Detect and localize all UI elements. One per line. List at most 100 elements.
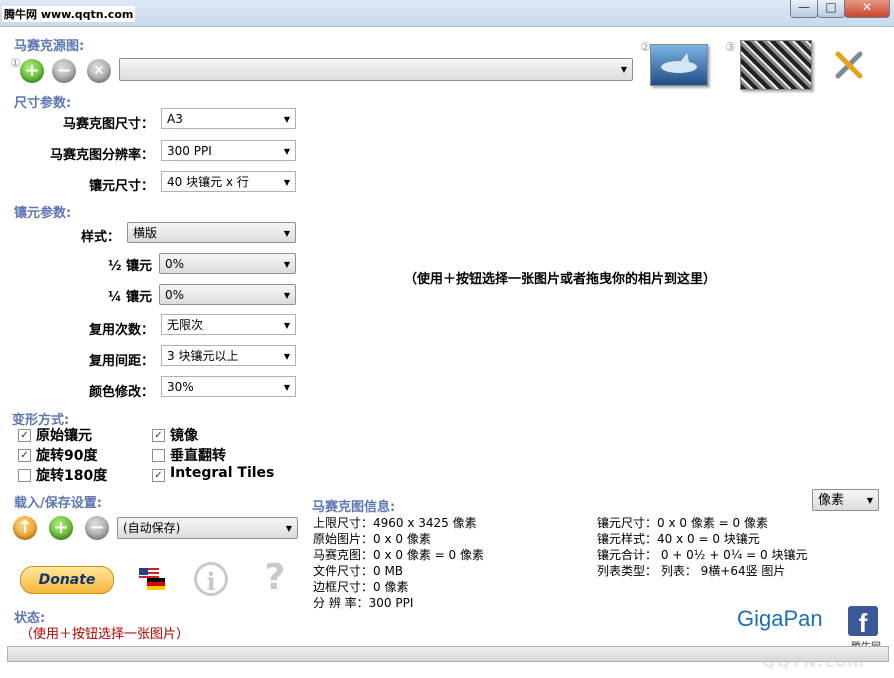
mosaic-resolution-value: 300 PPI xyxy=(167,144,212,158)
info-max-size: 上限尺寸：4960 x 3425 像素 xyxy=(313,516,477,530)
color-adjust-label: 颜色修改： xyxy=(88,385,154,400)
tile-size-value: 40 块镶元 x 行 xyxy=(167,175,249,189)
chevron-down-icon: ▼ xyxy=(283,115,290,124)
chevron-down-icon: ▼ xyxy=(283,321,290,330)
info-file-size: 文件尺寸：0 MB xyxy=(313,564,404,578)
image-drop-area[interactable] xyxy=(302,95,887,485)
tile-section-title: 镶元参数: xyxy=(14,206,72,221)
tile-size-select[interactable]: 40 块镶元 x 行 ▼ xyxy=(161,171,296,192)
unit-select[interactable]: 像素 ▼ xyxy=(812,489,879,511)
help-button[interactable]: ? xyxy=(258,558,292,598)
rotate-180-checkbox[interactable] xyxy=(18,469,31,482)
source-path-select[interactable]: ▼ xyxy=(119,58,633,81)
integral-tiles-checkbox[interactable]: ✓ xyxy=(152,469,165,482)
facebook-icon[interactable]: f xyxy=(848,606,878,638)
info-mosaic-image: 马赛克图：0 x 0 像素 = 0 像素 xyxy=(313,548,484,562)
remove-settings-button[interactable]: − xyxy=(85,516,109,540)
add-settings-button[interactable]: + xyxy=(49,516,73,540)
drop-hint-text: （使用＋按钮选择一张图片或者拖曳你的相片到这里） xyxy=(404,272,717,287)
reuse-distance-select[interactable]: 3 块镶元以上 ▼ xyxy=(161,345,296,366)
mosaic-info-title: 马赛克图信息: xyxy=(312,500,396,515)
original-tile-checkbox[interactable]: ✓ xyxy=(18,429,31,442)
info-button[interactable]: i xyxy=(194,562,228,596)
mirror-label: 镜像 xyxy=(170,428,198,444)
progress-bar xyxy=(7,646,889,662)
mosaic-size-value: A3 xyxy=(167,112,183,126)
plus-icon: + xyxy=(24,60,40,81)
tile-size-label: 镶元尺寸： xyxy=(88,179,154,194)
add-source-button[interactable]: + xyxy=(20,59,44,83)
chevron-down-icon: ▼ xyxy=(866,496,873,505)
step-marker-1: ① xyxy=(10,56,21,70)
plus-icon: + xyxy=(53,517,69,538)
integral-tiles-label: Integral Tiles xyxy=(170,465,275,481)
source-image-thumbnail[interactable] xyxy=(650,44,708,86)
minus-icon: − xyxy=(89,517,105,538)
quarter-tile-select[interactable]: 0% ▼ xyxy=(159,284,296,305)
info-tile-total: 镶元合计： 0 + 0½ + 0¼ = 0 块镶元 xyxy=(597,548,808,562)
reuse-count-value: 无限次 xyxy=(167,318,204,332)
load-settings-button[interactable]: ↑ xyxy=(13,516,37,540)
unit-value: 像素 xyxy=(818,493,845,508)
close-button[interactable]: ✕ xyxy=(844,0,890,18)
info-left-column: 上限尺寸：4960 x 3425 像素 原始图片：0 x 0 像素 马赛克图：0… xyxy=(313,515,484,611)
style-value: 横版 xyxy=(133,226,158,240)
status-text: （使用＋按钮选择一张图片） xyxy=(20,627,190,642)
tools-icon[interactable] xyxy=(832,48,866,82)
settings-preset-select[interactable]: (自动保存) ▼ xyxy=(117,517,298,539)
color-adjust-value: 30% xyxy=(167,380,194,394)
rotate-90-label: 旋转90度 xyxy=(36,448,98,464)
quarter-tile-value: 0% xyxy=(165,288,185,302)
vertical-flip-label: 垂直翻转 xyxy=(170,448,226,464)
info-tile-style: 镶元样式：40 x 0 = 0 块镶元 xyxy=(597,532,760,546)
info-border-size: 边框尺寸：0 像素 xyxy=(313,580,409,594)
mosaic-resolution-label: 马赛克图分辨率： xyxy=(49,148,154,163)
maximize-button[interactable]: □ xyxy=(817,0,845,18)
mosaic-resolution-select[interactable]: 300 PPI ▼ xyxy=(161,140,296,161)
source-section-title: 马赛克源图: xyxy=(14,39,85,54)
chevron-down-icon: ▼ xyxy=(283,352,290,361)
mosaic-preview-thumbnail[interactable] xyxy=(740,40,812,90)
rotate-180-label: 旋转180度 xyxy=(36,468,108,484)
quarter-tile-label: ¼ 镶元 xyxy=(108,290,152,305)
chevron-down-icon: ▼ xyxy=(283,260,290,269)
reuse-count-select[interactable]: 无限次 ▼ xyxy=(161,314,296,335)
color-adjust-select[interactable]: 30% ▼ xyxy=(161,376,296,397)
chevron-down-icon: ▼ xyxy=(283,147,290,156)
clear-source-button[interactable]: ✕ xyxy=(87,59,111,83)
half-tile-value: 0% xyxy=(165,257,185,271)
settings-preset-value: (自动保存) xyxy=(123,521,181,535)
mosaic-size-select[interactable]: A3 ▼ xyxy=(161,108,296,129)
x-icon: ✕ xyxy=(93,63,105,79)
half-tile-select[interactable]: 0% ▼ xyxy=(159,253,296,274)
size-section-title: 尺寸参数: xyxy=(14,96,72,111)
remove-source-button[interactable]: − xyxy=(52,59,76,83)
gigapan-logo[interactable]: GigaPan xyxy=(737,606,823,632)
rotate-90-checkbox[interactable]: ✓ xyxy=(18,449,31,462)
save-section-title: 载入/保存设置: xyxy=(14,496,102,511)
info-list-type: 列表类型： 列表： 9横+64竖 图片 xyxy=(597,564,786,578)
style-select[interactable]: 横版 ▼ xyxy=(127,222,296,243)
chevron-down-icon: ▼ xyxy=(283,229,290,238)
info-right-column: 镶元尺寸：0 x 0 像素 = 0 像素 镶元样式：40 x 0 = 0 块镶元… xyxy=(597,515,807,579)
reuse-count-label: 复用次数： xyxy=(88,323,154,338)
reuse-distance-label: 复用间距： xyxy=(88,354,154,369)
half-tile-label: ½ 镶元 xyxy=(108,259,152,274)
donate-button[interactable]: Donate xyxy=(20,566,114,594)
minimize-button[interactable]: — xyxy=(790,0,818,18)
vertical-flip-checkbox[interactable] xyxy=(152,449,165,462)
watermark-text: 腾牛网 www.qqtn.com xyxy=(2,6,136,22)
info-original-image: 原始图片：0 x 0 像素 xyxy=(313,532,431,546)
arrow-up-icon: ↑ xyxy=(17,517,33,538)
language-flag-icon[interactable] xyxy=(137,566,167,592)
style-label: 样式： xyxy=(80,230,120,245)
step-marker-3: ③ xyxy=(725,40,736,54)
mosaic-size-label: 马赛克图尺寸： xyxy=(62,117,154,132)
reuse-distance-value: 3 块镶元以上 xyxy=(167,349,239,363)
dolphin-image-icon xyxy=(661,53,697,73)
info-resolution: 分 辨 率：300 PPI xyxy=(313,596,414,610)
chevron-down-icon: ▼ xyxy=(283,291,290,300)
minus-icon: − xyxy=(56,60,72,81)
mirror-checkbox[interactable]: ✓ xyxy=(152,429,165,442)
chevron-down-icon: ▼ xyxy=(620,65,627,74)
